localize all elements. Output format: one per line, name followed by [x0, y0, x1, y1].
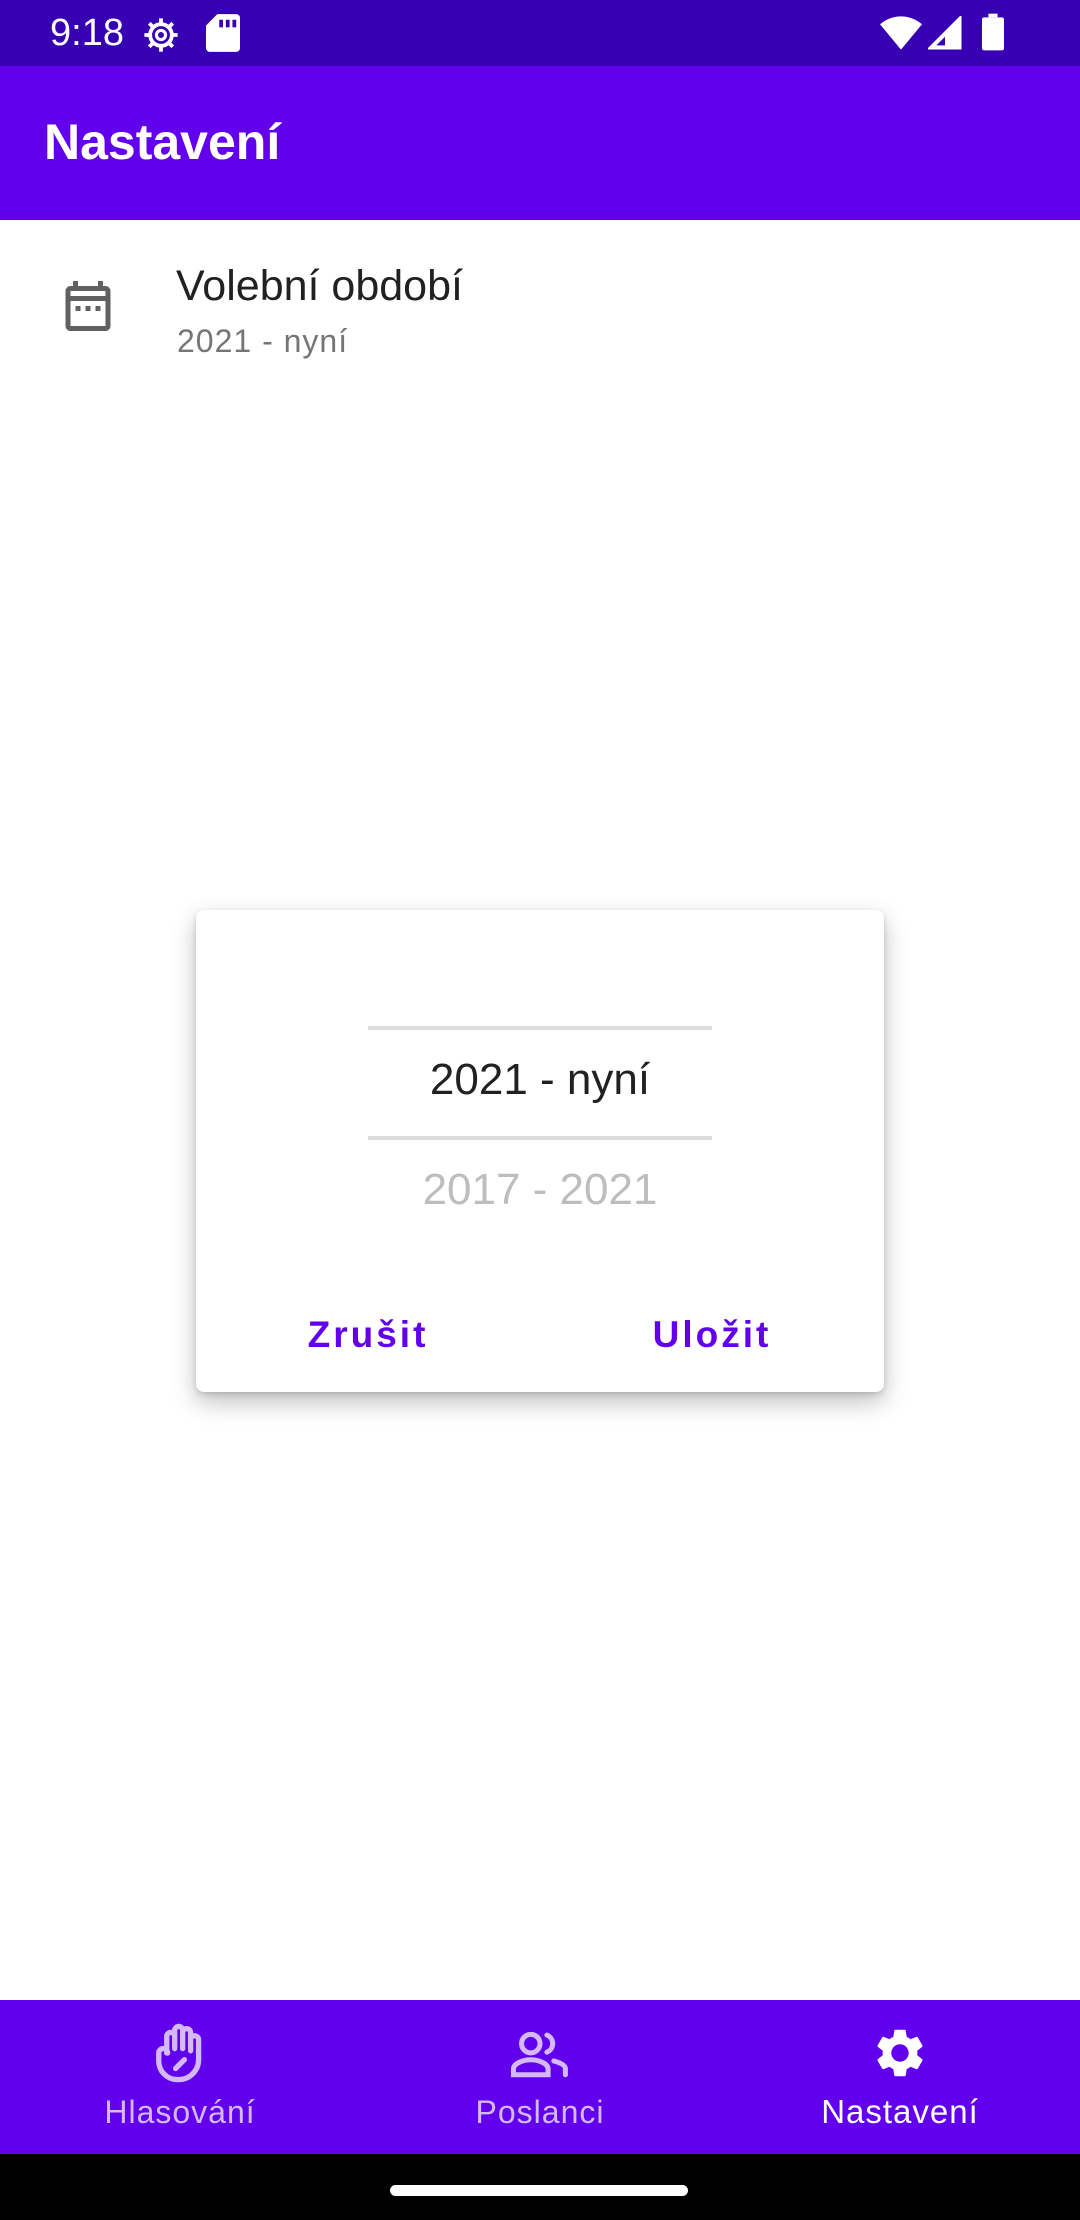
screen: 9:18 Nastavení Volební období 2021 - nyn… — [0, 0, 1080, 2220]
wifi-icon — [880, 16, 922, 50]
status-time: 9:18 — [50, 12, 124, 54]
cancel-button[interactable]: Zrušit — [258, 1290, 478, 1380]
sd-card-icon — [206, 14, 240, 52]
nav-label-voting: Hlasování — [104, 2094, 256, 2130]
home-gesture-handle[interactable] — [390, 2185, 688, 2196]
nav-item-settings[interactable]: Nastavení — [720, 2000, 1080, 2154]
nav-label-settings: Nastavení — [821, 2093, 979, 2130]
picker-selected-option[interactable]: 2021 - nyní — [196, 1050, 884, 1110]
save-button[interactable]: Uložit — [602, 1290, 822, 1380]
preference-title: Volební období — [176, 262, 463, 310]
preference-summary: 2021 - nyní — [177, 323, 349, 359]
app-bar: Nastavení — [0, 66, 1080, 220]
term-picker-dialog: 2021 - nyní 2017 - 2021 Zrušit Uložit — [196, 910, 884, 1392]
nav-item-deputies[interactable]: Poslanci — [360, 2000, 720, 2154]
people-icon — [510, 2031, 568, 2078]
battery-icon — [982, 13, 1004, 51]
settings-gear-icon — [144, 18, 178, 52]
gear-icon — [877, 2029, 923, 2077]
page-title: Nastavení — [44, 114, 281, 170]
system-navigation-bar — [0, 2154, 1080, 2220]
picker-bottom-divider — [368, 1136, 712, 1140]
cellular-signal-icon — [928, 16, 962, 50]
calendar-icon — [65, 281, 111, 331]
picker-option[interactable]: 2017 - 2021 — [196, 1160, 884, 1220]
raised-hand-icon — [156, 2023, 202, 2083]
bottom-navigation: Hlasování Poslanci Nastavení — [0, 2000, 1080, 2154]
preference-electoral-term[interactable]: Volební období 2021 - nyní — [0, 220, 1080, 394]
nav-label-deputies: Poslanci — [475, 2094, 605, 2130]
nav-item-voting[interactable]: Hlasování — [0, 2000, 360, 2154]
status-bar: 9:18 — [0, 0, 1080, 66]
picker-top-divider — [368, 1026, 712, 1030]
